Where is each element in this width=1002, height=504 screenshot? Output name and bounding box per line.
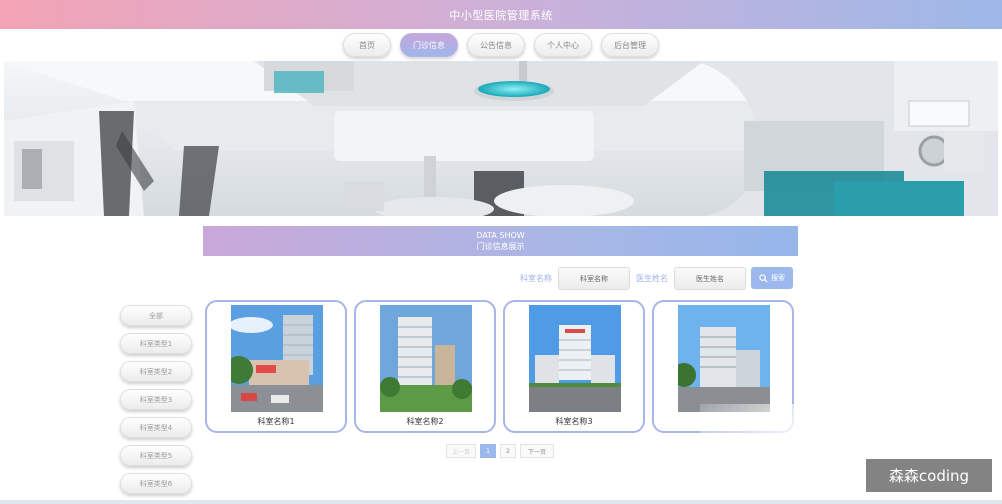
department-name: 科室名称3	[555, 417, 593, 426]
dept-name-label: 科室名称	[520, 274, 552, 283]
site-title: 中小型医院管理系统	[449, 8, 553, 22]
nav-admin[interactable]: 后台管理	[601, 33, 659, 57]
section-title-en: DATA SHOW	[476, 231, 525, 240]
search-icon	[759, 273, 768, 283]
prev-page-button[interactable]: 上一页	[446, 444, 476, 458]
search-button[interactable]: 搜索	[751, 267, 793, 289]
search-bar: 科室名称 医生姓名 搜索	[0, 267, 1002, 291]
category-type-4[interactable]: 科室类型4	[120, 417, 192, 438]
page-1-button[interactable]: 1	[480, 444, 496, 458]
pagination: 上一页 1 2 下一页	[446, 444, 554, 458]
bottom-divider	[0, 500, 1002, 504]
nav-home[interactable]: 首页	[343, 33, 391, 57]
department-name: 科室名称1	[257, 417, 295, 426]
nav-clinic-info[interactable]: 门诊信息	[400, 33, 458, 57]
header-bar: 中小型医院管理系统	[0, 0, 1002, 29]
page: 中小型医院管理系统 首页 门诊信息 公告信息 个人中心 后台管理 DATA SH…	[0, 0, 1002, 504]
department-name: 科室名称2	[406, 417, 444, 426]
category-type-1[interactable]: 科室类型1	[120, 333, 192, 354]
department-photo	[529, 305, 621, 412]
department-photo	[380, 305, 472, 412]
category-type-6[interactable]: 科室类型6	[120, 473, 192, 494]
category-type-2[interactable]: 科室类型2	[120, 361, 192, 382]
category-type-5[interactable]: 科室类型5	[120, 445, 192, 466]
department-card[interactable]: 科室名称3	[503, 300, 645, 433]
page-2-button[interactable]: 2	[500, 444, 516, 458]
department-card[interactable]: 科室名称2	[354, 300, 496, 433]
nav-announcements[interactable]: 公告信息	[467, 33, 525, 57]
department-photo	[231, 305, 323, 412]
search-button-label: 搜索	[771, 274, 785, 282]
watermark: 森森coding	[866, 459, 992, 492]
category-sidebar: 全部 科室类型1 科室类型2 科室类型3 科室类型4 科室类型5 科室类型6	[120, 305, 192, 501]
next-page-button[interactable]: 下一页	[520, 444, 554, 458]
dept-name-input[interactable]	[558, 267, 630, 290]
doctor-name-label: 医生姓名	[636, 274, 668, 283]
banner-image	[4, 61, 998, 216]
category-all[interactable]: 全部	[120, 305, 192, 326]
category-type-3[interactable]: 科室类型3	[120, 389, 192, 410]
section-heading: DATA SHOW 门诊信息展示	[203, 226, 798, 256]
main-nav: 首页 门诊信息 公告信息 个人中心 后台管理	[0, 29, 1002, 61]
department-card[interactable]: 科室名称1	[205, 300, 347, 433]
nav-personal-center[interactable]: 个人中心	[534, 33, 592, 57]
department-photo	[678, 305, 770, 412]
section-title-cn: 门诊信息展示	[476, 242, 525, 251]
doctor-name-input[interactable]	[674, 267, 746, 290]
